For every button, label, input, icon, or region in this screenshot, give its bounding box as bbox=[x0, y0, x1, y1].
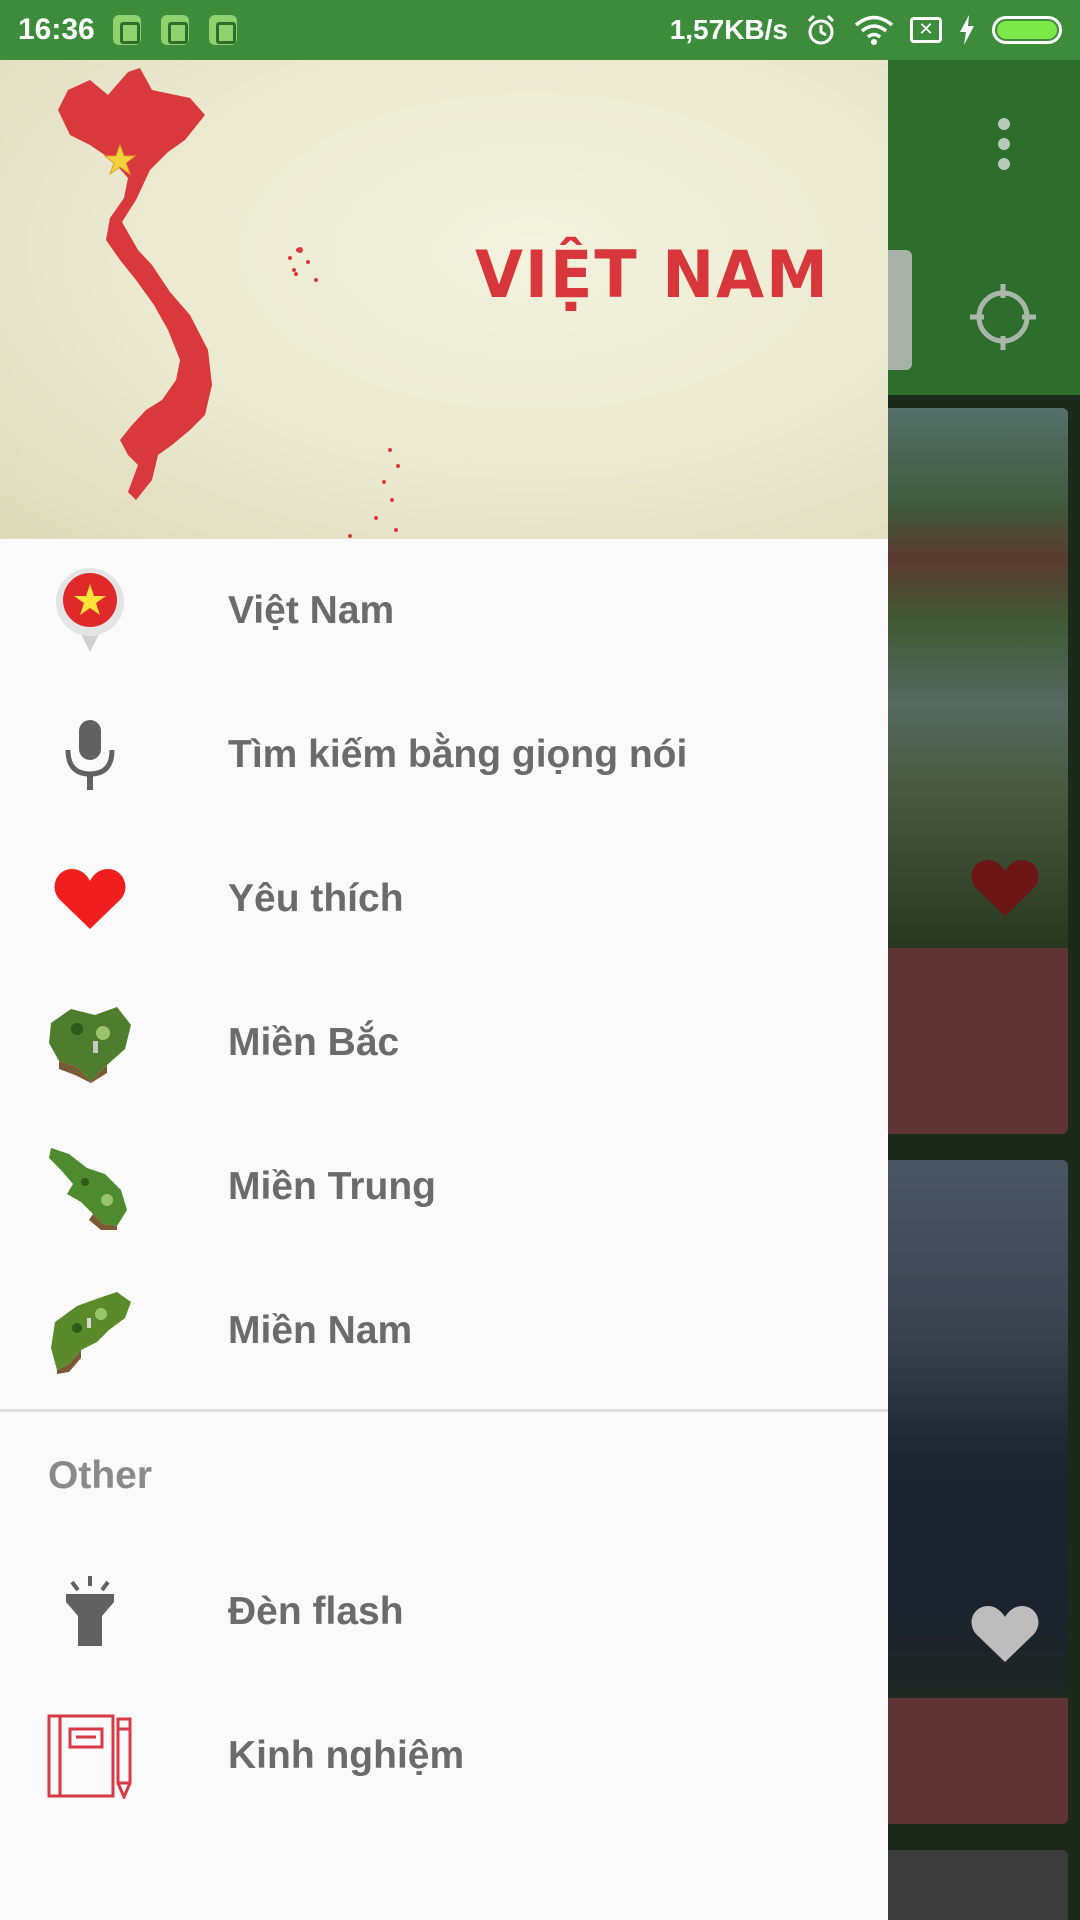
app-toolbar bbox=[888, 60, 1080, 395]
battery-saver-icon bbox=[112, 15, 141, 45]
place-photo bbox=[888, 1850, 1068, 1920]
favorite-heart-outline-icon[interactable] bbox=[970, 1604, 1040, 1664]
menu-item-label: Miền Trung bbox=[228, 1165, 436, 1208]
place-card[interactable] bbox=[888, 408, 1068, 1134]
menu-item-label: Việt Nam bbox=[228, 589, 395, 632]
south-region-map-icon bbox=[46, 1287, 134, 1375]
place-card[interactable] bbox=[888, 1160, 1068, 1824]
no-sim-icon: ✕ bbox=[910, 17, 942, 43]
place-card[interactable] bbox=[888, 1850, 1068, 1920]
drawer-header: VIỆT NAM bbox=[0, 60, 888, 539]
central-region-map-icon bbox=[46, 1143, 134, 1231]
island-dots bbox=[294, 247, 400, 538]
drawer-menu: Việt Nam Tìm kiếm bằng giọng nói Yêu thí… bbox=[0, 539, 888, 1828]
north-region-map-icon bbox=[46, 999, 134, 1087]
charging-icon bbox=[960, 15, 974, 45]
status-time: 16:36 bbox=[18, 13, 95, 46]
menu-item-north[interactable]: Miền Bắc bbox=[0, 971, 888, 1115]
menu-item-viet-nam[interactable]: Việt Nam bbox=[0, 539, 888, 683]
menu-item-label: Yêu thích bbox=[228, 877, 404, 920]
status-bar: 16:36 1,57KB/s ✕ bbox=[0, 0, 1080, 60]
my-location-icon[interactable] bbox=[968, 282, 1038, 352]
overflow-menu-icon[interactable] bbox=[998, 118, 1010, 170]
navigation-drawer: VIỆT NAM Việt Nam Tìm kiếm bằng giọng nó… bbox=[0, 60, 888, 1920]
menu-item-favorites[interactable]: Yêu thích bbox=[0, 827, 888, 971]
flashlight-icon bbox=[46, 1568, 134, 1656]
menu-item-label: Đèn flash bbox=[228, 1590, 404, 1633]
favorite-heart-icon[interactable] bbox=[970, 858, 1040, 918]
menu-item-central[interactable]: Miền Trung bbox=[0, 1115, 888, 1259]
place-card-footer bbox=[888, 1698, 1068, 1824]
place-card-footer bbox=[888, 948, 1068, 1134]
network-speed: 1,57KB/s bbox=[669, 14, 788, 45]
menu-item-experience[interactable]: Kinh nghiệm bbox=[0, 1684, 888, 1828]
menu-item-label: Miền Nam bbox=[228, 1309, 413, 1352]
menu-item-label: Kinh nghiệm bbox=[228, 1734, 465, 1777]
vietnam-map-icon bbox=[58, 68, 300, 500]
menu-item-label: Miền Bắc bbox=[228, 1021, 400, 1064]
microphone-icon bbox=[46, 711, 134, 799]
alarm-icon bbox=[807, 14, 835, 45]
android-icon bbox=[160, 15, 189, 45]
menu-item-voice-search[interactable]: Tìm kiếm bằng giọng nói bbox=[0, 683, 888, 827]
menu-item-south[interactable]: Miền Nam bbox=[0, 1259, 888, 1403]
section-title-other: Other bbox=[48, 1454, 153, 1497]
drawer-header-title: VIỆT NAM bbox=[475, 236, 830, 313]
wifi-icon bbox=[854, 15, 894, 45]
notebook-icon bbox=[46, 1712, 134, 1800]
android-icon-2 bbox=[208, 15, 237, 45]
battery-icon bbox=[992, 16, 1062, 44]
vietnam-flag-pin-icon bbox=[46, 567, 134, 655]
heart-icon bbox=[46, 855, 134, 943]
menu-item-label: Tìm kiếm bằng giọng nói bbox=[228, 733, 688, 776]
search-field-edge[interactable] bbox=[888, 250, 912, 370]
menu-item-flashlight[interactable]: Đèn flash bbox=[0, 1540, 888, 1684]
background-app bbox=[888, 60, 1080, 1920]
